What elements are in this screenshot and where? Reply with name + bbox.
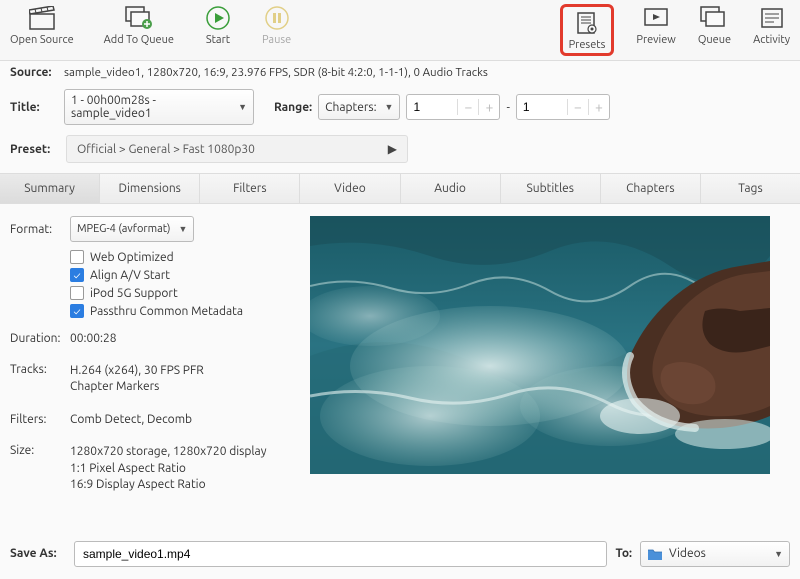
format-dropdown[interactable]: MPEG-4 (avformat) ▼: [70, 216, 194, 242]
add-to-queue-button[interactable]: Add To Queue: [104, 4, 174, 56]
add-to-queue-label: Add To Queue: [104, 34, 174, 46]
duration-label: Duration:: [10, 332, 70, 345]
add-queue-icon: [125, 4, 153, 32]
range-to-field[interactable]: [517, 100, 567, 114]
tab-audio[interactable]: Audio: [401, 174, 501, 203]
range-label: Range:: [274, 101, 312, 114]
title-dropdown[interactable]: 1 - 00h00m28s - sample_video1 ▼: [64, 89, 254, 125]
tab-video[interactable]: Video: [300, 174, 400, 203]
range-mode-dropdown[interactable]: Chapters: ▼: [318, 94, 400, 120]
source-row: Source: sample_video1, 1280x720, 16:9, 2…: [0, 61, 800, 84]
range-from-field[interactable]: [407, 100, 457, 114]
tabs-bar: Summary Dimensions Filters Video Audio S…: [0, 173, 800, 204]
range-mode-value: Chapters:: [325, 101, 376, 114]
preset-value: Official > General > Fast 1080p30: [77, 143, 255, 156]
preview-label: Preview: [636, 34, 675, 46]
video-preview: [310, 216, 790, 511]
open-source-button[interactable]: Open Source: [10, 4, 74, 56]
range-dash: -: [506, 101, 509, 114]
presets-button[interactable]: Presets: [560, 4, 615, 56]
summary-left-column: Format: MPEG-4 (avformat) ▼ Web Optimize…: [10, 216, 290, 511]
tracks-value: H.264 (x264), 30 FPS PFR Chapter Markers: [70, 363, 204, 395]
preset-label: Preset:: [10, 143, 58, 156]
plus-icon[interactable]: +: [589, 99, 609, 115]
preset-row: Preset: Official > General > Fast 1080p3…: [0, 130, 800, 173]
title-value: 1 - 00h00m28s - sample_video1: [71, 94, 230, 120]
duration-value: 00:00:28: [70, 332, 117, 345]
tracks-label: Tracks:: [10, 363, 70, 395]
tab-chapters[interactable]: Chapters: [601, 174, 701, 203]
format-options: Web Optimized ✓Align A/V Start iPod 5G S…: [70, 250, 290, 318]
chevron-right-icon: ▶: [388, 142, 397, 156]
pause-label: Pause: [262, 34, 291, 46]
web-optimized-checkbox[interactable]: Web Optimized: [70, 250, 290, 264]
open-source-label: Open Source: [10, 34, 74, 46]
tracks-row: Tracks: H.264 (x264), 30 FPS PFR Chapter…: [10, 363, 290, 395]
tab-dimensions[interactable]: Dimensions: [100, 174, 200, 203]
main-toolbar: Open Source Add To Queue Start Pause Pre…: [0, 0, 800, 61]
to-label: To:: [615, 547, 632, 560]
tab-tags[interactable]: Tags: [701, 174, 800, 203]
folder-icon: [647, 547, 663, 561]
filters-label: Filters:: [10, 413, 70, 426]
preview-icon: [642, 4, 670, 32]
title-label: Title:: [10, 101, 58, 114]
tab-subtitles[interactable]: Subtitles: [501, 174, 601, 203]
duration-row: Duration: 00:00:28: [10, 332, 290, 345]
save-as-input[interactable]: [74, 541, 607, 567]
queue-button[interactable]: Queue: [698, 4, 731, 56]
size-row: Size: 1280x720 storage, 1280x720 display…: [10, 444, 290, 493]
save-as-label: Save As:: [10, 547, 66, 560]
queue-label: Queue: [698, 34, 731, 46]
presets-label: Presets: [569, 39, 606, 51]
pause-icon: [263, 4, 291, 32]
chevron-down-icon: ▼: [179, 224, 188, 234]
title-range-row: Title: 1 - 00h00m28s - sample_video1 ▼ R…: [0, 84, 800, 130]
align-av-start-checkbox[interactable]: ✓Align A/V Start: [70, 268, 290, 282]
format-value: MPEG-4 (avformat): [77, 223, 171, 235]
size-value: 1280x720 storage, 1280x720 display 1:1 P…: [70, 444, 267, 493]
presets-icon: [573, 9, 601, 37]
tab-filters[interactable]: Filters: [200, 174, 300, 203]
chevron-down-icon: ▼: [385, 102, 394, 112]
start-label: Start: [206, 34, 230, 46]
passthru-metadata-checkbox[interactable]: ✓Passthru Common Metadata: [70, 304, 290, 318]
plus-icon[interactable]: +: [479, 99, 499, 115]
range-to-input[interactable]: − +: [516, 94, 610, 120]
play-icon: [204, 4, 232, 32]
destination-value: Videos: [669, 547, 706, 560]
range-from-input[interactable]: − +: [406, 94, 500, 120]
clapperboard-icon: [28, 4, 56, 32]
queue-icon: [700, 4, 728, 32]
pause-button[interactable]: Pause: [262, 4, 291, 56]
filters-value: Comb Detect, Decomb: [70, 413, 192, 426]
activity-label: Activity: [753, 34, 790, 46]
summary-content: Format: MPEG-4 (avformat) ▼ Web Optimize…: [0, 204, 800, 511]
preset-selector[interactable]: Official > General > Fast 1080p30 ▶: [66, 135, 408, 163]
source-value: sample_video1, 1280x720, 16:9, 23.976 FP…: [64, 66, 488, 79]
size-label: Size:: [10, 444, 70, 493]
activity-icon: [758, 4, 786, 32]
format-label: Format:: [10, 223, 62, 236]
activity-button[interactable]: Activity: [753, 4, 790, 56]
chevron-down-icon: ▼: [774, 549, 783, 559]
chevron-down-icon: ▼: [238, 102, 247, 112]
preview-button[interactable]: Preview: [636, 4, 675, 56]
source-label: Source:: [10, 66, 58, 79]
ipod-5g-checkbox[interactable]: iPod 5G Support: [70, 286, 290, 300]
filters-row: Filters: Comb Detect, Decomb: [10, 413, 290, 426]
tab-summary[interactable]: Summary: [0, 174, 100, 203]
start-button[interactable]: Start: [204, 4, 232, 56]
destination-dropdown[interactable]: Videos ▼: [640, 541, 790, 567]
preview-image: [310, 216, 770, 474]
minus-icon[interactable]: −: [568, 99, 588, 115]
minus-icon[interactable]: −: [458, 99, 478, 115]
